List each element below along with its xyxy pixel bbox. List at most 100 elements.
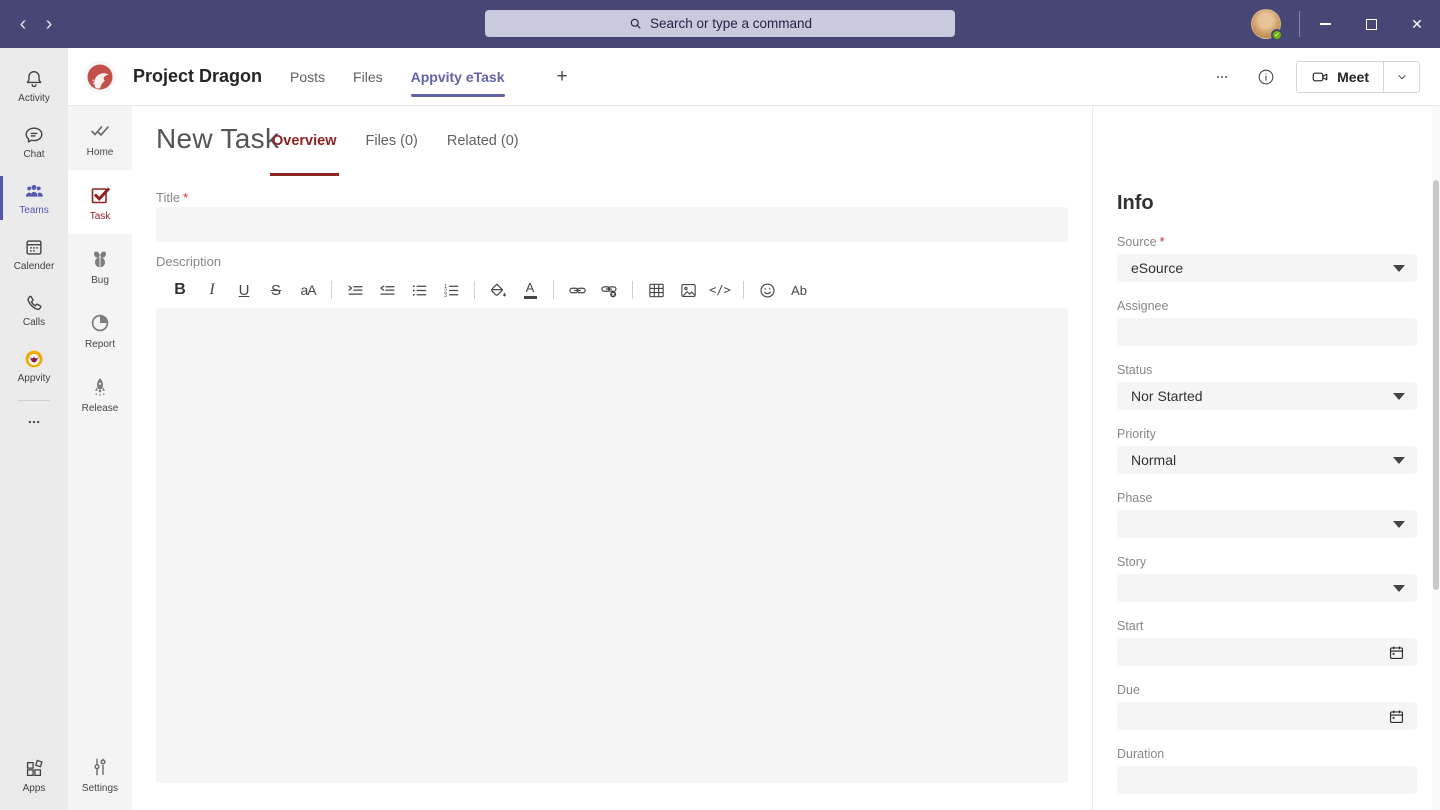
sidebar-item-teams[interactable]: Teams	[0, 170, 68, 226]
sidebar-item-label: Appvity	[18, 373, 51, 384]
numbered-list-button[interactable]: 123	[435, 276, 467, 304]
module-item-bug[interactable]: Bug	[68, 234, 132, 298]
close-icon: ✕	[1411, 16, 1423, 33]
numbered-list-icon: 123	[442, 281, 461, 300]
module-item-task[interactable]: Task	[68, 170, 132, 234]
status-dropdown[interactable]: Nor Started	[1117, 382, 1417, 410]
tab-task-files[interactable]: Files (0)	[364, 106, 420, 176]
sidebar-item-calendar[interactable]: Calender	[0, 226, 68, 282]
italic-button[interactable]: I	[196, 276, 228, 304]
add-tab-button[interactable]: +	[557, 66, 568, 88]
module-item-report[interactable]: Report	[68, 298, 132, 362]
etask-module-rail: Home Task Bug Report Release Settings	[68, 106, 132, 810]
module-item-settings[interactable]: Settings	[68, 742, 132, 806]
module-item-label: Release	[82, 403, 119, 414]
highlight-color-button[interactable]	[482, 276, 514, 304]
svg-text:3: 3	[444, 292, 447, 298]
back-button[interactable]: ‹	[10, 0, 36, 48]
remove-link-button[interactable]	[593, 276, 625, 304]
source-dropdown[interactable]: eSource	[1117, 254, 1417, 282]
duration-input[interactable]	[1131, 772, 1405, 788]
sidebar-item-calls[interactable]: Calls	[0, 282, 68, 338]
description-editor: B I U S aA 123	[156, 272, 1068, 783]
task-title-input[interactable]	[156, 207, 1068, 242]
sidebar-item-appvity[interactable]: Appvity	[0, 338, 68, 394]
triangle-down-icon	[1393, 521, 1405, 528]
tab-files[interactable]: Files	[353, 48, 383, 105]
minimize-icon	[1320, 23, 1331, 25]
strikethrough-button[interactable]: S	[260, 276, 292, 304]
emoji-button[interactable]	[751, 276, 783, 304]
close-button[interactable]: ✕	[1394, 0, 1440, 48]
toolbar-divider	[331, 281, 332, 299]
font-size-button[interactable]: aA	[292, 276, 324, 304]
priority-dropdown[interactable]: Normal	[1117, 446, 1417, 474]
code-snippet-button[interactable]: </>	[704, 276, 736, 304]
tab-appvity-etask[interactable]: Appvity eTask	[411, 48, 505, 105]
tab-posts[interactable]: Posts	[290, 48, 325, 105]
assignee-input[interactable]	[1131, 324, 1405, 340]
tab-overview[interactable]: Overview	[270, 106, 339, 176]
sidebar-item-label: Apps	[23, 783, 46, 794]
meet-button[interactable]: Meet	[1297, 62, 1383, 92]
teams-window: ‹ › Search or type a command ✓ ✕ Activit…	[0, 0, 1440, 810]
due-date-field[interactable]	[1117, 702, 1417, 730]
paint-bucket-icon	[489, 281, 508, 300]
triangle-down-icon	[1393, 457, 1405, 464]
channel-more-button[interactable]	[1208, 63, 1236, 91]
story-dropdown[interactable]	[1117, 574, 1417, 602]
insert-link-button[interactable]	[561, 276, 593, 304]
sidebar-item-activity[interactable]: Activity	[0, 58, 68, 114]
sidebar-item-apps[interactable]: Apps	[0, 748, 68, 804]
required-asterisk: *	[183, 190, 188, 205]
minimize-button[interactable]	[1302, 0, 1348, 48]
team-name: Project Dragon	[133, 66, 262, 87]
user-avatar[interactable]: ✓	[1251, 9, 1281, 39]
tab-related[interactable]: Related (0)	[445, 106, 521, 176]
chat-bubble-icon	[23, 124, 45, 146]
bullet-list-button[interactable]	[403, 276, 435, 304]
team-logo[interactable]	[84, 61, 116, 93]
channel-info-button[interactable]	[1252, 63, 1280, 91]
insert-table-button[interactable]	[640, 276, 672, 304]
unlink-icon	[600, 281, 619, 300]
search-input[interactable]: Search or type a command	[485, 10, 955, 37]
sidebar-item-chat[interactable]: Chat	[0, 114, 68, 170]
module-item-home[interactable]: Home	[68, 106, 132, 170]
module-item-release[interactable]: Release	[68, 362, 132, 426]
scrollbar-thumb[interactable]	[1433, 180, 1439, 590]
insert-image-button[interactable]	[672, 276, 704, 304]
image-icon	[679, 281, 698, 300]
start-date-field[interactable]	[1117, 638, 1417, 666]
teams-people-icon	[23, 180, 45, 202]
module-item-label: Task	[90, 211, 111, 222]
sidebar-item-label: Activity	[18, 93, 50, 104]
outdent-button[interactable]	[371, 276, 403, 304]
maximize-button[interactable]	[1348, 0, 1394, 48]
module-item-label: Home	[87, 147, 114, 158]
start-label: Start	[1117, 619, 1143, 633]
rocket-icon	[88, 375, 112, 399]
bold-button[interactable]: B	[164, 276, 196, 304]
outdent-icon	[378, 281, 397, 300]
toolbar-divider	[474, 281, 475, 299]
font-color-button[interactable]: A	[514, 276, 546, 304]
indent-button[interactable]	[339, 276, 371, 304]
forward-button[interactable]: ›	[36, 0, 62, 48]
triangle-down-icon	[1393, 265, 1405, 272]
phase-label: Phase	[1117, 491, 1152, 505]
info-panel: Info Source* eSource Assignee Status Nor…	[1092, 106, 1432, 810]
underline-button[interactable]: U	[228, 276, 260, 304]
meet-label: Meet	[1337, 69, 1369, 85]
clear-format-button[interactable]: Ab	[783, 276, 815, 304]
phase-dropdown[interactable]	[1117, 510, 1417, 538]
priority-value: Normal	[1131, 452, 1393, 468]
more-apps-button[interactable]	[0, 407, 68, 437]
description-input[interactable]	[156, 308, 1068, 783]
page-title: New Task	[156, 123, 279, 155]
meet-dropdown-button[interactable]	[1383, 62, 1419, 92]
triangle-down-icon	[1393, 393, 1405, 400]
meet-button-group: Meet	[1296, 61, 1420, 93]
ellipsis-icon	[24, 412, 44, 432]
chevron-down-icon	[1395, 70, 1409, 84]
